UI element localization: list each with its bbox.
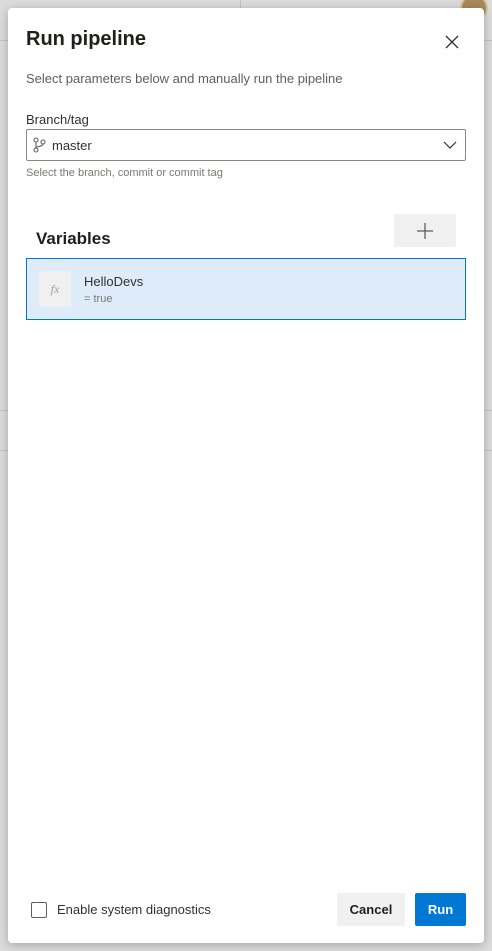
panel-title: Run pipeline <box>26 28 146 50</box>
function-icon: fx <box>39 271 71 307</box>
variable-item-hellodevs[interactable]: fx HelloDevs = true <box>26 258 466 320</box>
variable-value: = true <box>84 293 113 305</box>
branch-help-text: Select the branch, commit or commit tag <box>26 167 223 179</box>
close-button[interactable] <box>438 28 466 56</box>
branch-label: Branch/tag <box>26 112 89 127</box>
diagnostics-checkbox[interactable] <box>31 902 47 918</box>
git-branch-icon <box>33 137 46 153</box>
variable-name: HelloDevs <box>84 274 144 289</box>
add-variable-button[interactable] <box>394 214 456 247</box>
plus-icon <box>417 222 433 239</box>
branch-value: master <box>52 138 92 153</box>
run-button[interactable]: Run <box>415 893 466 926</box>
close-icon <box>445 35 459 49</box>
variables-heading: Variables <box>36 229 111 248</box>
cancel-button[interactable]: Cancel <box>337 893 405 926</box>
chevron-down-icon <box>443 141 457 149</box>
run-pipeline-panel: Run pipeline Select parameters below and… <box>8 8 484 943</box>
branch-dropdown[interactable]: master <box>26 129 466 161</box>
panel-subtitle: Select parameters below and manually run… <box>26 71 343 86</box>
diagnostics-label[interactable]: Enable system diagnostics <box>57 902 211 917</box>
